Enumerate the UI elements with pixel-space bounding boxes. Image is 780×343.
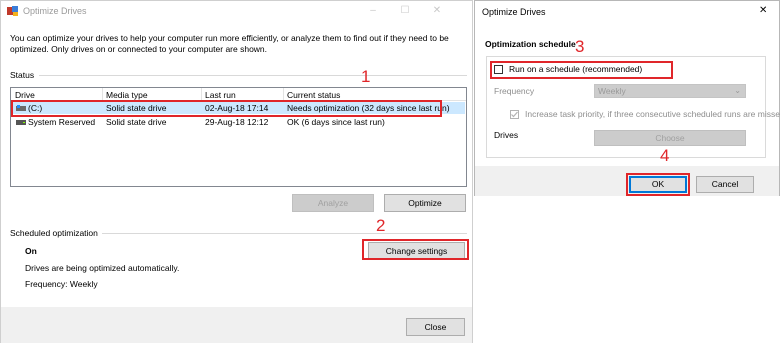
increase-priority-label: Increase task priority, if three consecu…: [525, 109, 780, 119]
optimization-schedule-dialog: Optimize Drives ✕ Optimization schedule …: [474, 0, 780, 196]
title-bar[interactable]: Optimize Drives – ☐ ✕: [1, 1, 472, 23]
description-text: You can optimize your drives to help you…: [10, 33, 449, 54]
highlight-c-drive-row: [11, 100, 442, 117]
close-button[interactable]: Close: [406, 318, 465, 336]
schedule-frequency: Frequency: Weekly: [25, 279, 98, 289]
cell-status: OK (6 days since last run): [287, 117, 385, 127]
optimize-drives-window: Optimize Drives – ☐ ✕ You can optimize y…: [0, 0, 473, 343]
checkmark-icon: [511, 111, 518, 118]
status-divider: [39, 75, 467, 76]
frequency-label: Frequency: [494, 86, 535, 96]
column-separator[interactable]: [201, 88, 202, 100]
status-label: Status: [10, 70, 35, 80]
annotation-number-4: 4: [660, 146, 670, 165]
scheduled-optimization-label: Scheduled optimization: [10, 228, 98, 238]
schedule-section-title: Optimization schedule: [485, 39, 576, 49]
table-row-system-reserved[interactable]: System Reserved Solid state drive 29-Aug…: [12, 116, 465, 128]
highlight-ok-button: [626, 173, 690, 196]
frequency-value: Weekly: [598, 86, 626, 96]
cancel-button[interactable]: Cancel: [696, 176, 754, 193]
cell-media-type: Solid state drive: [106, 117, 167, 127]
minimize-button[interactable]: –: [358, 2, 388, 20]
cell-last-run: 29-Aug-18 12:12: [205, 117, 269, 127]
window-title: Optimize Drives: [23, 6, 87, 16]
column-header-media-type[interactable]: Media type: [106, 90, 148, 100]
dialog-title-bar[interactable]: Optimize Drives ✕: [475, 1, 779, 23]
dialog-close-icon[interactable]: ✕: [759, 5, 767, 16]
choose-drives-button[interactable]: Choose: [594, 130, 746, 146]
drive-icon: [16, 120, 26, 125]
schedule-description: Drives are being optimized automatically…: [25, 263, 180, 273]
dialog-title: Optimize Drives: [482, 7, 546, 17]
annotation-number-2: 2: [376, 216, 386, 235]
chevron-down-icon: ⌄: [734, 86, 741, 95]
annotation-number-1: 1: [361, 67, 371, 86]
annotation-number-3: 3: [575, 37, 585, 56]
main-footer: [1, 307, 472, 343]
optimize-button[interactable]: Optimize: [384, 194, 466, 212]
highlight-run-on-schedule: [490, 61, 673, 79]
close-window-button[interactable]: ✕: [422, 2, 452, 20]
frequency-select[interactable]: Weekly ⌄: [594, 84, 746, 98]
analyze-button[interactable]: Analyze: [292, 194, 374, 212]
drives-label: Drives: [494, 130, 519, 140]
maximize-button[interactable]: ☐: [390, 2, 420, 20]
schedule-state: On: [25, 246, 37, 256]
column-separator[interactable]: [283, 88, 284, 100]
highlight-change-settings: [362, 239, 469, 260]
column-header-drive[interactable]: Drive: [15, 90, 35, 100]
defrag-app-icon: [7, 6, 18, 16]
cell-drive: System Reserved: [28, 117, 96, 127]
increase-priority-checkbox[interactable]: [510, 110, 519, 119]
column-separator[interactable]: [102, 88, 103, 100]
column-header-current-status[interactable]: Current status: [287, 90, 340, 100]
scheduled-divider: [102, 233, 467, 234]
column-header-last-run[interactable]: Last run: [205, 90, 236, 100]
